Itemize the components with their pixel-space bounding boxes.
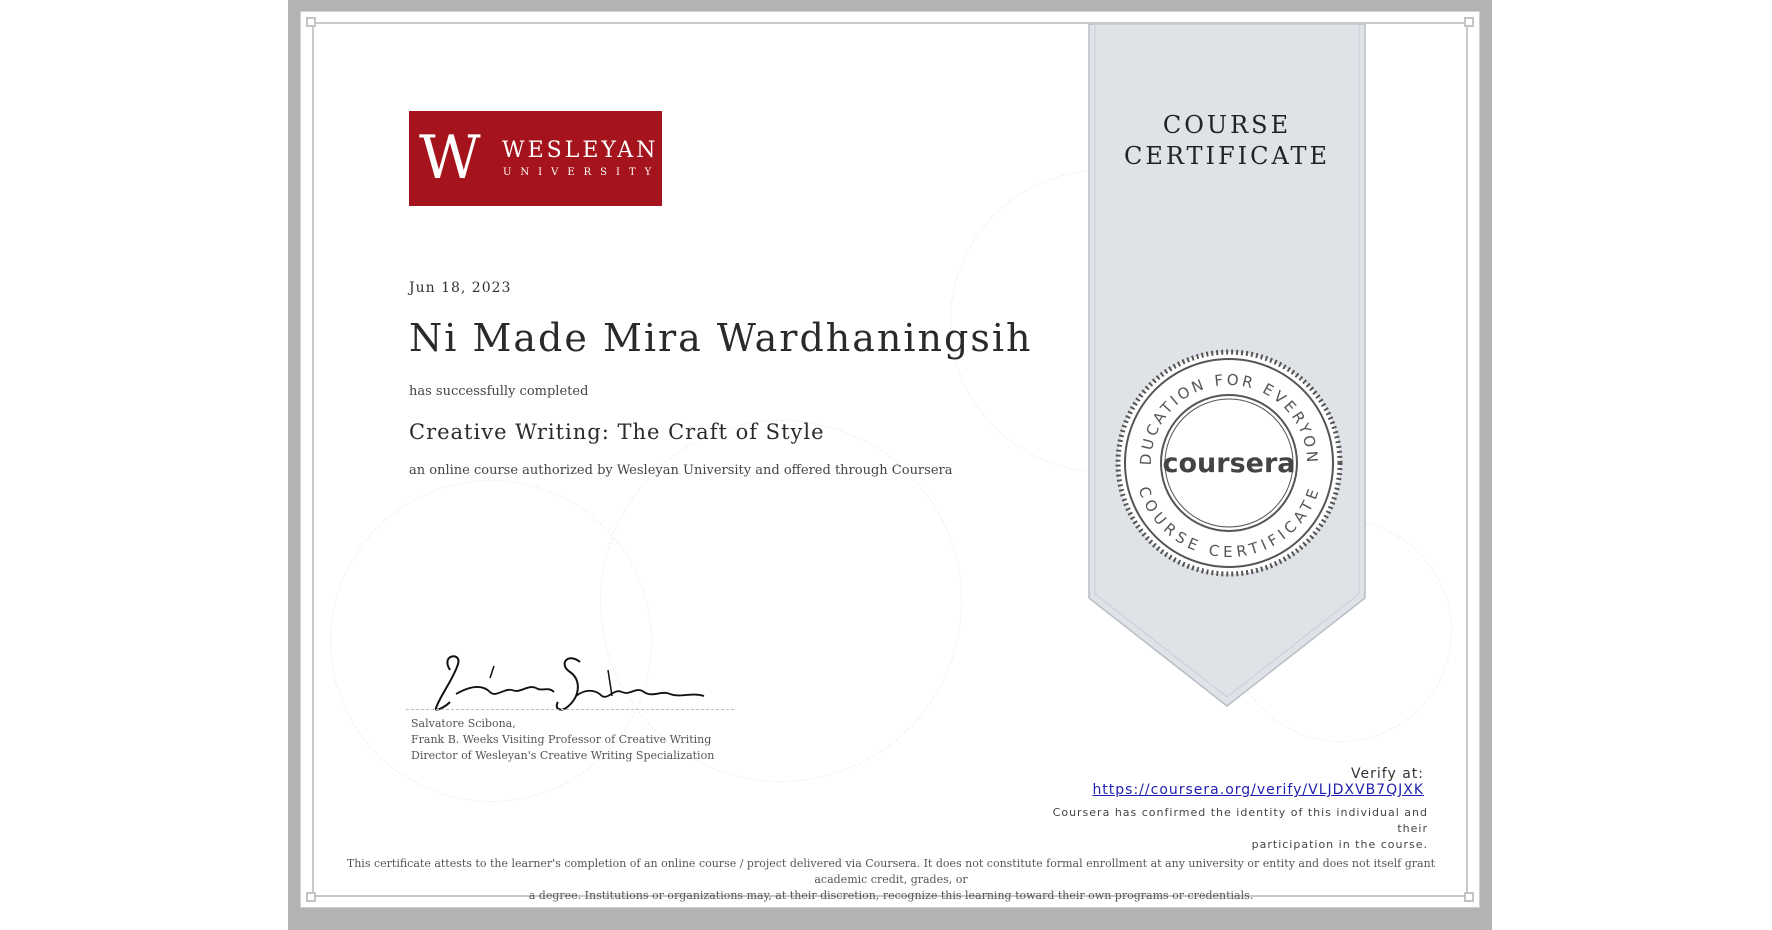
- corner-ornament-bottom-left: [306, 892, 316, 902]
- signature-image: [434, 655, 705, 711]
- ribbon-title: COURSE CERTIFICATE: [1088, 110, 1366, 172]
- course-title: Creative Writing: The Craft of Style: [409, 420, 825, 444]
- seal-brand-wordmark: coursera: [1162, 448, 1295, 479]
- signer-title: Frank B. Weeks Visiting Professor of Cre…: [411, 733, 712, 746]
- university-logo: W WESLEYAN UNIVERSITY: [409, 111, 662, 206]
- identity-confirmation-line2: participation in the course.: [1251, 838, 1428, 851]
- verify-label: Verify at:: [1351, 766, 1424, 782]
- signer-block: Salvatore Scibona, Frank B. Weeks Visiti…: [411, 716, 714, 764]
- recipient-name: Ni Made Mira Wardhaningsih: [409, 316, 1033, 360]
- corner-ornament-bottom-right: [1464, 892, 1474, 902]
- logo-subtitle: UNIVERSITY: [503, 167, 661, 178]
- logo-letter: W: [419, 123, 481, 193]
- signer-role: Director of Wesleyan's Creative Writing …: [411, 749, 715, 762]
- completion-date: Jun 18, 2023: [409, 280, 512, 296]
- course-offered-statement: an online course authorized by Wesleyan …: [409, 463, 953, 478]
- signer-name: Salvatore Scibona,: [411, 717, 516, 730]
- disclaimer-line2: a degree. Institutions or organizations …: [528, 889, 1254, 902]
- ribbon-title-line2: CERTIFICATE: [1123, 142, 1331, 170]
- corner-ornament-top-right: [1464, 17, 1474, 27]
- signature-line: [406, 709, 734, 710]
- completion-statement: has successfully completed: [409, 384, 589, 399]
- ribbon-title-line1: COURSE: [1162, 111, 1292, 139]
- logo-name: WESLEYAN: [502, 138, 659, 163]
- disclaimer-line1: This certificate attests to the learner'…: [346, 857, 1436, 886]
- corner-ornament-top-left: [306, 17, 316, 27]
- certificate-disclaimer: This certificate attests to the learner'…: [332, 856, 1450, 904]
- identity-confirmation: Coursera has confirmed the identity of t…: [1030, 805, 1428, 853]
- verify-link[interactable]: https://coursera.org/verify/VLJDXVB7QJXK: [1000, 782, 1424, 798]
- identity-confirmation-line1: Coursera has confirmed the identity of t…: [1052, 806, 1428, 835]
- coursera-seal: EDUCATION FOR EVERYONE COURSE CERTIFICAT…: [1114, 348, 1343, 577]
